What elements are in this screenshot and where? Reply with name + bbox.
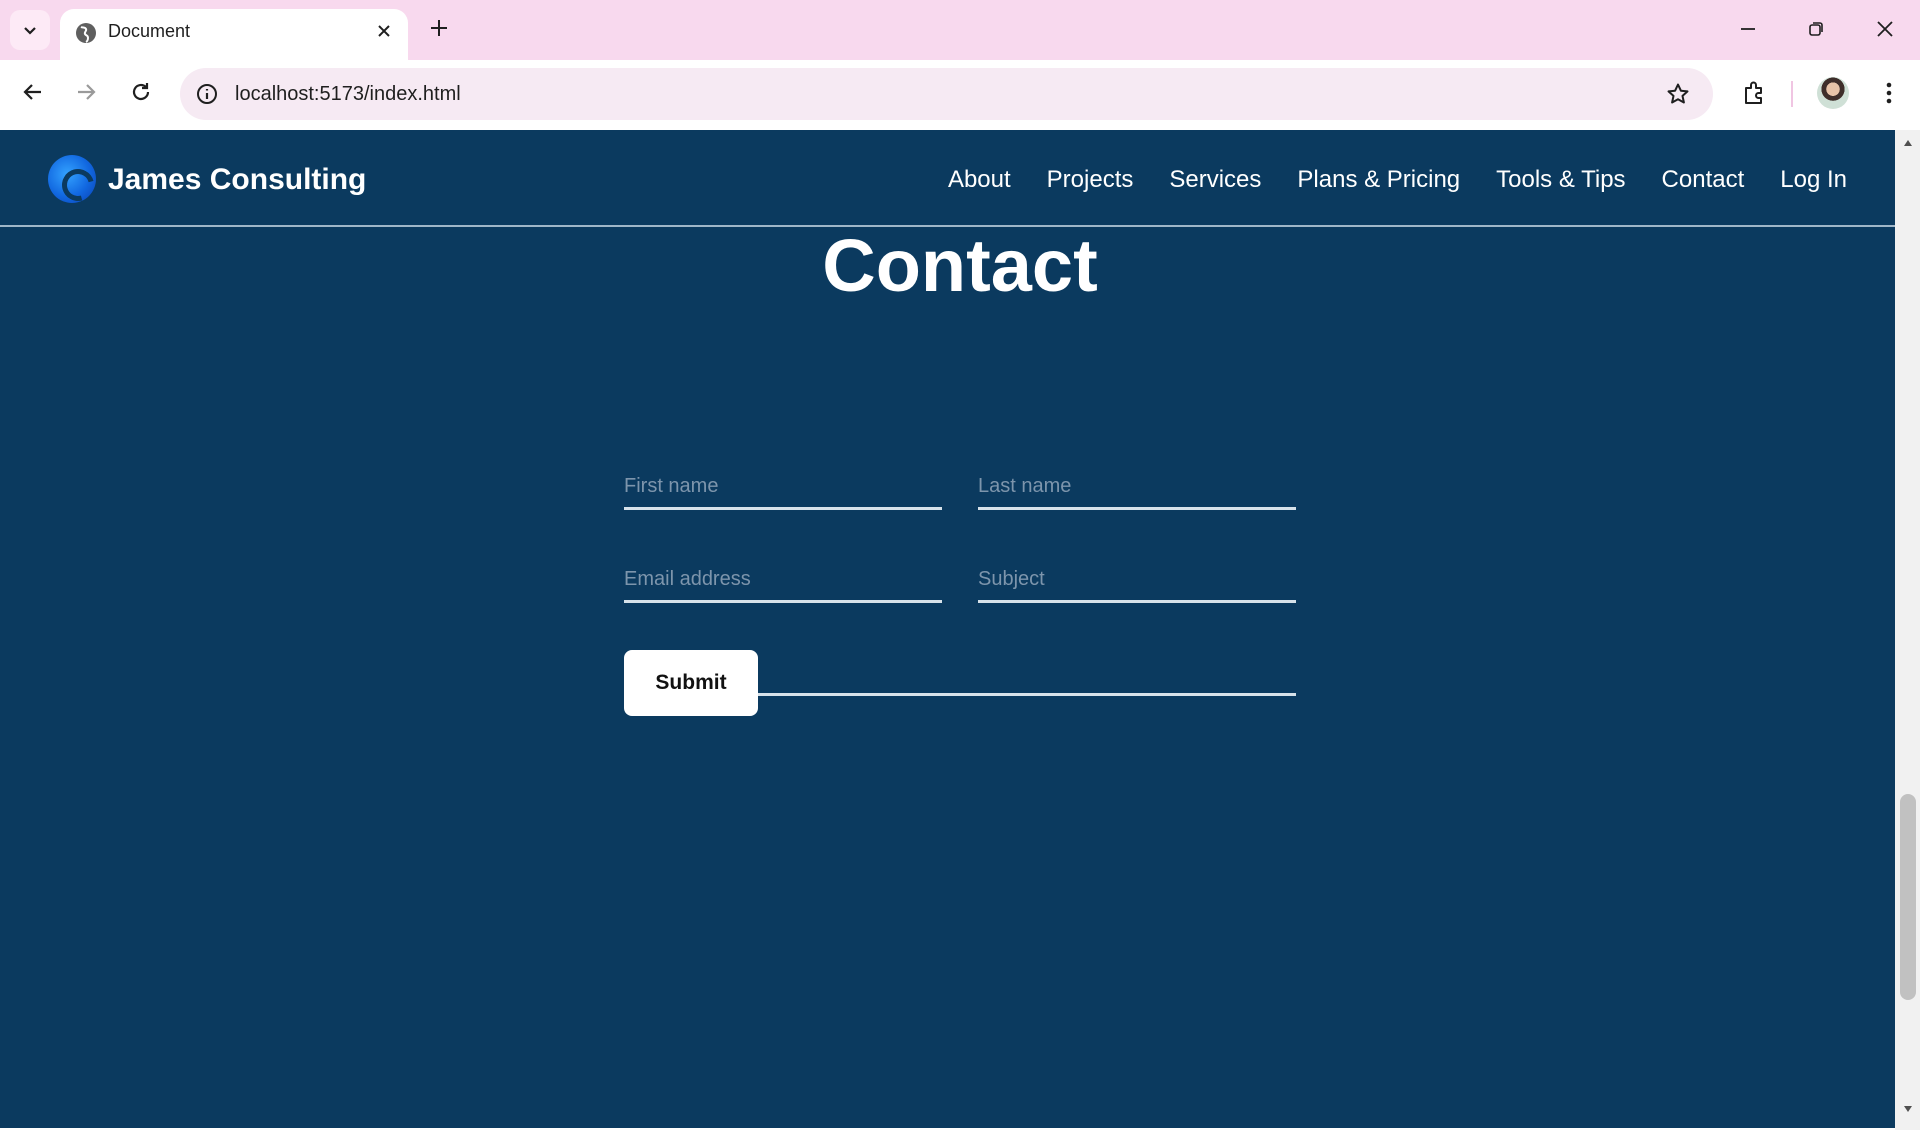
star-icon: [1667, 83, 1689, 104]
restore-button[interactable]: [1791, 12, 1841, 46]
nav-about[interactable]: About: [948, 166, 1011, 194]
extensions-icon: [1745, 81, 1762, 104]
site-header: James Consulting About Projects Services…: [0, 130, 1895, 227]
page-title: Contact: [822, 224, 1098, 307]
site-nav: About Projects Services Plans & Pricing …: [948, 130, 1847, 230]
chevron-down-icon: [24, 27, 36, 35]
forward-arrow-icon: [78, 84, 96, 100]
back-button[interactable]: [14, 73, 52, 111]
scroll-down-button[interactable]: [1895, 1100, 1920, 1118]
tab-close-button[interactable]: [372, 19, 396, 43]
more-vert-icon: [1886, 82, 1892, 104]
first-name-field: [624, 466, 942, 510]
minimize-button[interactable]: [1723, 12, 1773, 46]
address-url: localhost:5173/index.html: [235, 83, 461, 105]
bookmark-button[interactable]: [1665, 81, 1691, 107]
last-name-input[interactable]: [978, 466, 1296, 507]
toolbar-divider: [1791, 81, 1793, 107]
submit-button[interactable]: Submit: [624, 650, 758, 716]
subject-input[interactable]: [978, 559, 1296, 600]
forward-button[interactable]: [67, 73, 105, 111]
tab-title: Document: [108, 21, 191, 41]
nav-tools-tips[interactable]: Tools & Tips: [1496, 166, 1625, 194]
minimize-icon: [1741, 28, 1755, 30]
logo-icon[interactable]: [48, 155, 96, 203]
scrollbar-thumb[interactable]: [1900, 794, 1916, 1000]
triangle-up-icon: [1903, 140, 1912, 146]
profile-avatar[interactable]: [1817, 77, 1849, 109]
brand-name[interactable]: James Consulting: [108, 130, 366, 230]
address-bar[interactable]: localhost:5173/index.html: [180, 68, 1713, 120]
browser-toolbar: localhost:5173/index.html: [0, 60, 1920, 130]
restore-icon: [1809, 22, 1823, 36]
extensions-button[interactable]: [1737, 76, 1771, 110]
triangle-down-icon: [1903, 1106, 1912, 1112]
first-name-input[interactable]: [624, 466, 942, 507]
nav-log-in[interactable]: Log In: [1780, 166, 1847, 194]
browser-tab-strip: Document: [0, 0, 1920, 60]
close-icon: [378, 25, 390, 37]
window-close-icon: [1877, 21, 1893, 37]
browser-menu-button[interactable]: [1872, 76, 1906, 110]
new-tab-button[interactable]: [424, 13, 454, 43]
globe-icon: [76, 23, 96, 43]
scroll-up-button[interactable]: [1895, 134, 1920, 152]
page-viewport: James Consulting About Projects Services…: [0, 130, 1920, 1130]
last-name-field: [978, 466, 1296, 510]
reload-button[interactable]: [122, 73, 160, 111]
browser-tab-active[interactable]: Document: [60, 9, 408, 60]
plus-icon: [431, 20, 447, 36]
site-info-button[interactable]: [194, 81, 220, 107]
nav-services[interactable]: Services: [1169, 166, 1261, 194]
page-scrollbar[interactable]: [1895, 130, 1920, 1130]
subject-field: [978, 559, 1296, 603]
back-arrow-icon: [23, 84, 41, 100]
window-close-button[interactable]: [1860, 12, 1910, 46]
nav-plans-pricing[interactable]: Plans & Pricing: [1297, 166, 1460, 194]
email-field: [624, 559, 942, 603]
reload-icon: [132, 83, 150, 101]
nav-contact[interactable]: Contact: [1662, 166, 1745, 194]
nav-projects[interactable]: Projects: [1047, 166, 1134, 194]
info-icon: [197, 84, 217, 104]
email-input[interactable]: [624, 559, 942, 600]
tab-list-button[interactable]: [10, 10, 50, 50]
